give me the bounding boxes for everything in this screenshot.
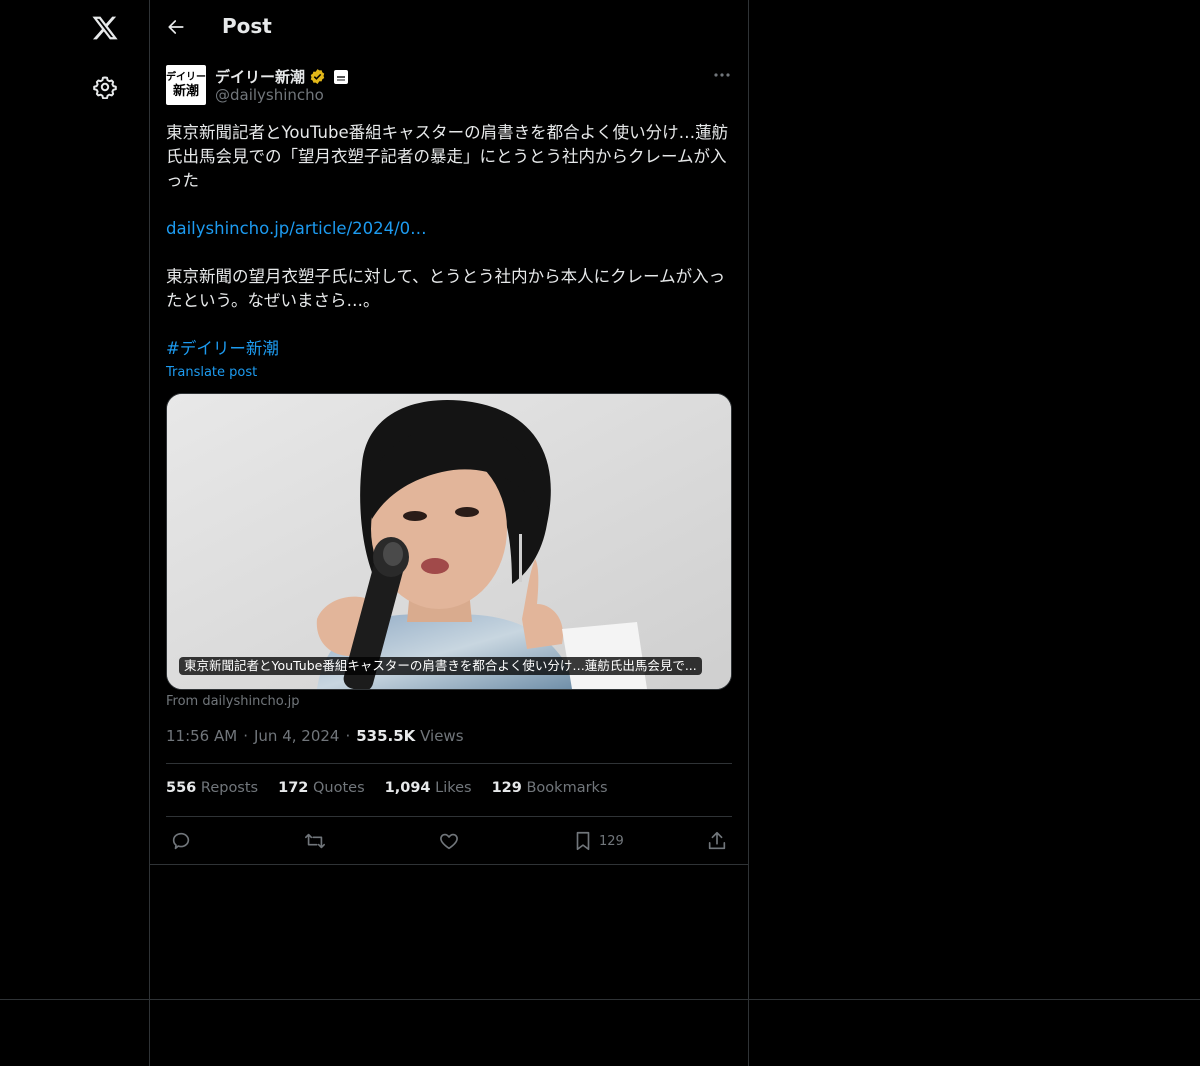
- article-photo: 新: [167, 394, 731, 689]
- page-header: Post: [149, 0, 748, 54]
- reply-icon[interactable]: [170, 830, 192, 852]
- author-name-row[interactable]: デイリー新潮: [215, 66, 349, 87]
- likes-count: 1,094: [384, 780, 431, 796]
- bookmark-button[interactable]: 129: [572, 830, 624, 852]
- repost-icon[interactable]: [304, 830, 326, 852]
- left-nav: [0, 0, 150, 1000]
- divider: [166, 816, 732, 817]
- post-time[interactable]: 11:56 AM: [166, 727, 237, 745]
- meta-dot: ·: [345, 727, 351, 745]
- bookmark-action-count: 129: [599, 833, 624, 849]
- post-text-1: 東京新聞記者とYouTube番組キャスターの肩書きを都合よく使い分け…蓮舫氏出馬…: [166, 123, 729, 190]
- media-caption: 東京新聞記者とYouTube番組キャスターの肩書きを都合よく使い分け…蓮舫氏出馬…: [179, 657, 702, 675]
- reposts-stat[interactable]: 556 Reposts: [166, 780, 258, 796]
- action-bar: 129: [149, 820, 748, 865]
- article-link[interactable]: dailyshincho.jp/article/2024/0…: [166, 217, 427, 241]
- views-count: 535.5K: [356, 727, 416, 745]
- bookmarks-stat[interactable]: 129 Bookmarks: [492, 780, 608, 796]
- views-label: Views: [420, 727, 464, 745]
- back-arrow-icon[interactable]: [163, 12, 189, 42]
- reposts-count: 556: [166, 780, 197, 796]
- verified-badge-icon: [310, 69, 325, 84]
- share-icon[interactable]: [706, 830, 728, 852]
- reposts-label: Reposts: [200, 780, 259, 796]
- avatar-line-1: デイリー: [166, 71, 206, 83]
- post-meta: 11:56 AM · Jun 4, 2024 · 535.5K Views: [166, 727, 464, 745]
- avatar-line-2: 新潮: [172, 83, 199, 99]
- post-date[interactable]: Jun 4, 2024: [254, 727, 339, 745]
- bottom-left-panel: [0, 1000, 150, 1066]
- hashtag-link[interactable]: #デイリー新潮: [166, 337, 279, 361]
- likes-label: Likes: [435, 780, 472, 796]
- quotes-stat[interactable]: 172 Quotes: [278, 780, 365, 796]
- views: 535.5K Views: [356, 727, 463, 745]
- bookmarks-count: 129: [491, 780, 522, 796]
- x-logo-icon[interactable]: [88, 11, 122, 45]
- gear-icon[interactable]: [88, 70, 122, 104]
- affiliation-badge-icon[interactable]: [334, 69, 349, 84]
- bookmark-icon: [576, 831, 590, 851]
- meta-dot: ·: [243, 727, 248, 745]
- quotes-label: Quotes: [313, 780, 365, 796]
- post-text-2: 東京新聞の望月衣塑子氏に対して、とうとう社内から本人にクレームが入ったという。な…: [166, 267, 726, 310]
- main-column: Post デイリー 新潮 デイリー新潮 @dailyshincho 東京新聞記者…: [149, 0, 749, 1000]
- author-handle[interactable]: @dailyshincho: [215, 86, 324, 104]
- link-card-image[interactable]: 新: [166, 393, 732, 690]
- like-icon[interactable]: [438, 830, 460, 852]
- divider: [166, 763, 732, 764]
- likes-stat[interactable]: 1,094 Likes: [385, 780, 472, 796]
- quotes-count: 172: [278, 780, 309, 796]
- more-options-icon[interactable]: [709, 65, 735, 85]
- avatar[interactable]: デイリー 新潮: [166, 65, 206, 105]
- link-source[interactable]: From dailyshincho.jp: [166, 694, 299, 709]
- page-title: Post: [222, 14, 272, 38]
- bottom-mid-panel: [149, 1000, 749, 1066]
- bookmarks-label: Bookmarks: [526, 780, 608, 796]
- engagement-stats: 556 Reposts 172 Quotes 1,094 Likes 129 B…: [166, 780, 628, 796]
- author-name[interactable]: デイリー新潮: [215, 66, 305, 87]
- translate-post-link[interactable]: Translate post: [166, 365, 257, 380]
